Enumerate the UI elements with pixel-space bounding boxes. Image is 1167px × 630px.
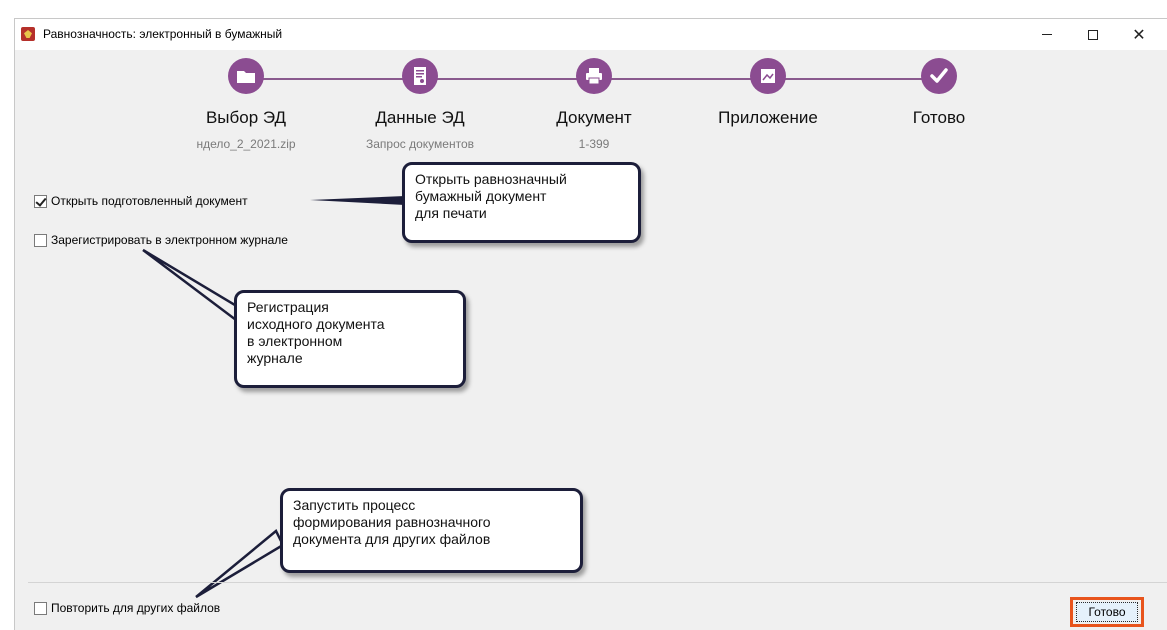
callout-register-pointer bbox=[142, 248, 242, 323]
callout-register-line-4: журнале bbox=[247, 350, 303, 366]
callout-open-doc-pointer bbox=[310, 196, 405, 205]
callout-repeat-files: Запустить процесс формирования равнознач… bbox=[280, 488, 583, 573]
callout-open-doc-line-1: Открыть равнозначный bbox=[415, 171, 567, 187]
callout-register-line-3: в электронном bbox=[247, 333, 343, 349]
callout-register-line-1: Регистрация bbox=[247, 299, 329, 315]
repeat-other-files-label: Повторить для других файлов bbox=[51, 601, 221, 615]
callout-open-document: Открыть равнозначный бумажный документ д… bbox=[402, 162, 641, 243]
done-button[interactable]: Готово bbox=[1076, 602, 1138, 622]
repeat-other-files-option[interactable]: Повторить для других файлов bbox=[34, 601, 220, 615]
repeat-other-files-checkbox[interactable] bbox=[34, 601, 47, 615]
callout-register-line-2: исходного документа bbox=[247, 316, 385, 332]
callout-open-doc-line-3: для печати bbox=[415, 205, 487, 221]
footer-divider bbox=[28, 582, 1167, 583]
callout-register-journal: Регистрация исходного документа в электр… bbox=[234, 290, 466, 388]
callout-repeat-pointer bbox=[195, 529, 285, 599]
callout-repeat-line-1: Запустить процесс bbox=[293, 497, 416, 513]
callout-repeat-line-2: формирования равнозначного bbox=[293, 514, 491, 530]
callout-repeat-line-3: документа для других файлов bbox=[293, 531, 491, 547]
callout-open-doc-line-2: бумажный документ bbox=[415, 188, 547, 204]
callout-pointers bbox=[142, 196, 405, 599]
